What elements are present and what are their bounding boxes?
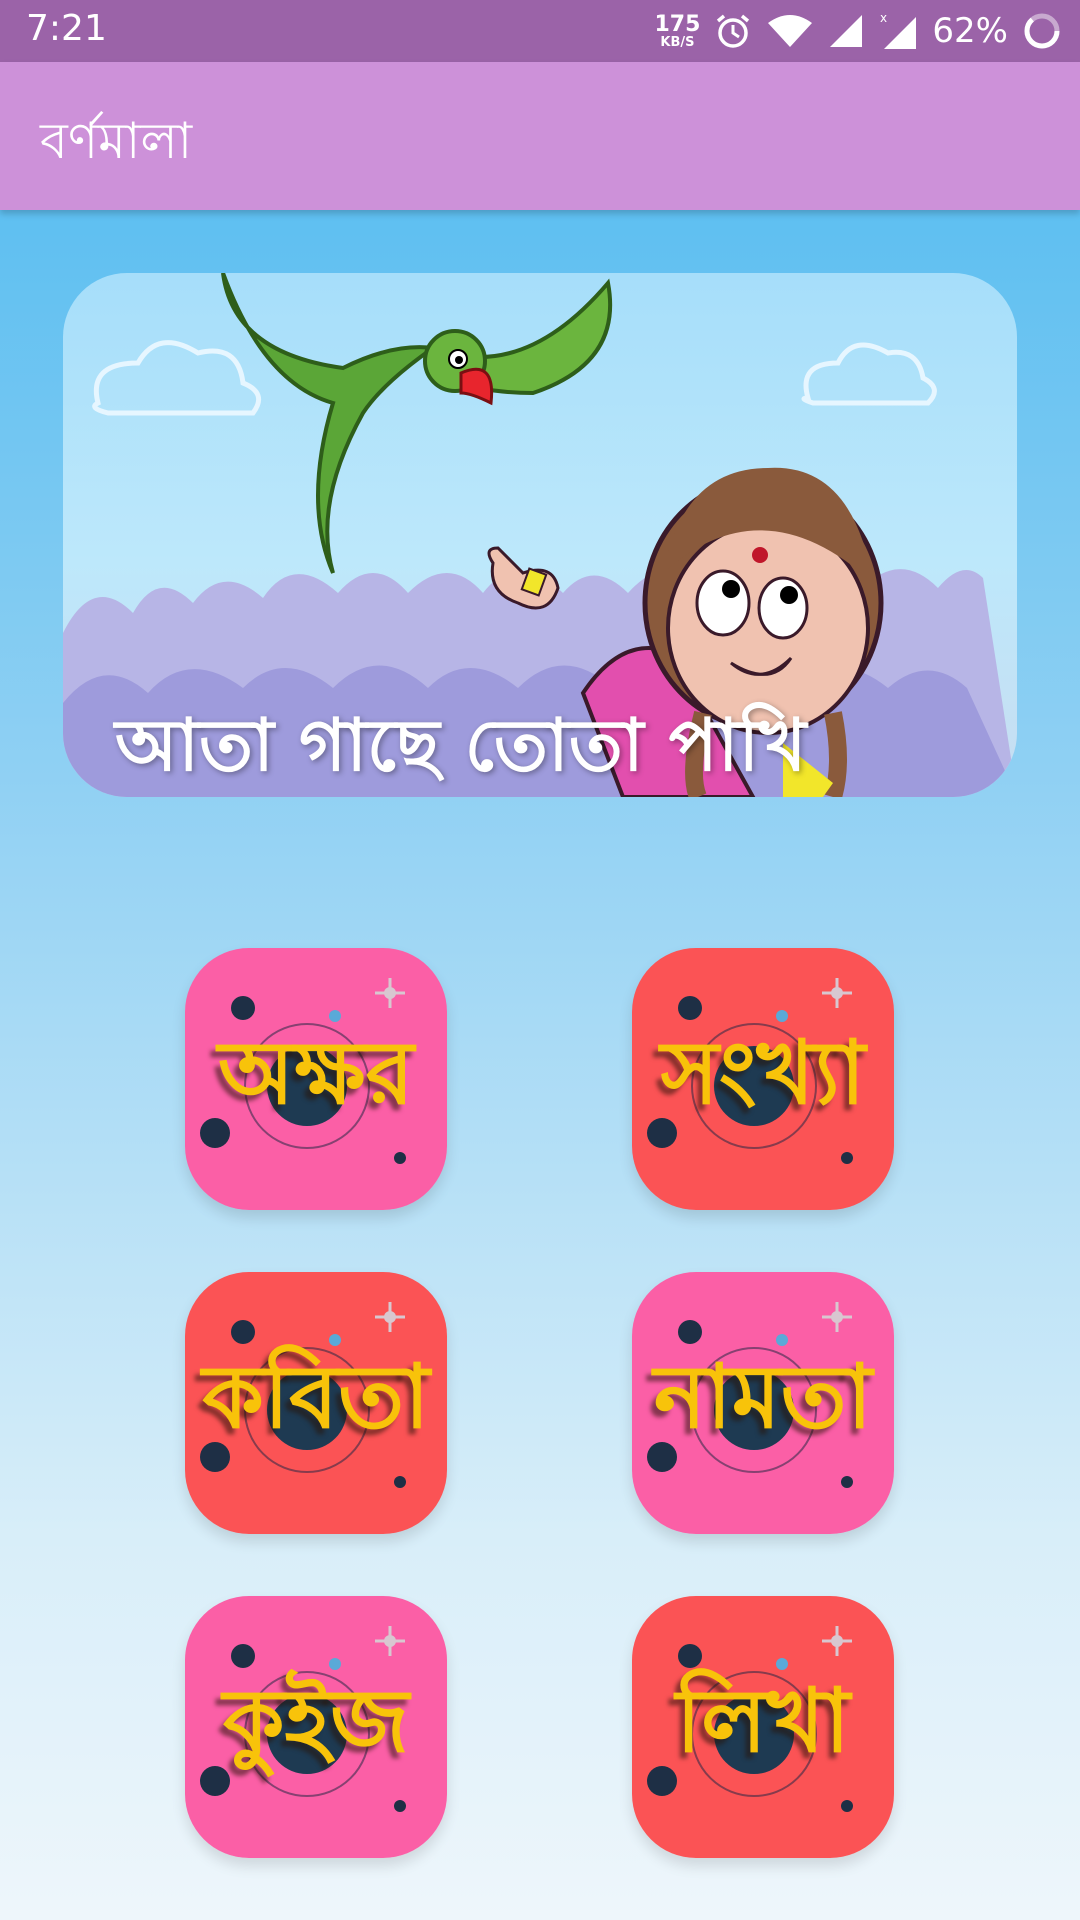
app-bar: বর্ণমালা: [0, 62, 1080, 210]
menu-tile-writing[interactable]: লিখা: [632, 1596, 894, 1858]
app-title: বর্ণমালা: [40, 112, 193, 170]
menu-tile-label: কবিতা: [202, 1344, 430, 1448]
signal-x-icon: x: [880, 11, 917, 49]
status-icons: 175 KB/S x 62%: [654, 8, 1062, 54]
menu-tile-label: কুইজ: [222, 1668, 410, 1772]
parrot: [221, 273, 613, 574]
signal-icon: [830, 15, 863, 47]
network-speed-value: 175: [654, 11, 701, 37]
battery-percentage: 62%: [932, 11, 1008, 51]
menu-tile-label: নামতা: [653, 1344, 873, 1448]
menu-tile-label: সংখ্যা: [660, 1020, 866, 1124]
svg-text:x: x: [880, 11, 887, 25]
menu-tile-label: অক্ষর: [218, 1020, 414, 1124]
menu-tile-quiz[interactable]: কুইজ: [185, 1596, 447, 1858]
menu-tile-label: লিখা: [675, 1668, 851, 1772]
battery-icon: [1024, 13, 1060, 49]
banner-caption: আতা গাছে তোতা পাখি: [115, 703, 807, 787]
alarm-icon: [717, 14, 750, 48]
menu-tile-multiplication[interactable]: নামতা: [632, 1272, 894, 1534]
network-speed-unit: KB/S: [660, 34, 695, 50]
menu-tile-letters[interactable]: অক্ষর: [185, 948, 447, 1210]
menu-tile-numbers[interactable]: সংখ্যা: [632, 948, 894, 1210]
network-speed: 175 KB/S: [654, 11, 701, 50]
rhyme-banner[interactable]: আতা গাছে তোতা পাখি: [63, 273, 1017, 797]
menu-tile-poems[interactable]: কবিতা: [185, 1272, 447, 1534]
status-time: 7:21: [26, 8, 107, 49]
status-bar: 7:21 175 KB/S x 62%: [0, 0, 1080, 62]
wifi-icon: [768, 15, 813, 47]
